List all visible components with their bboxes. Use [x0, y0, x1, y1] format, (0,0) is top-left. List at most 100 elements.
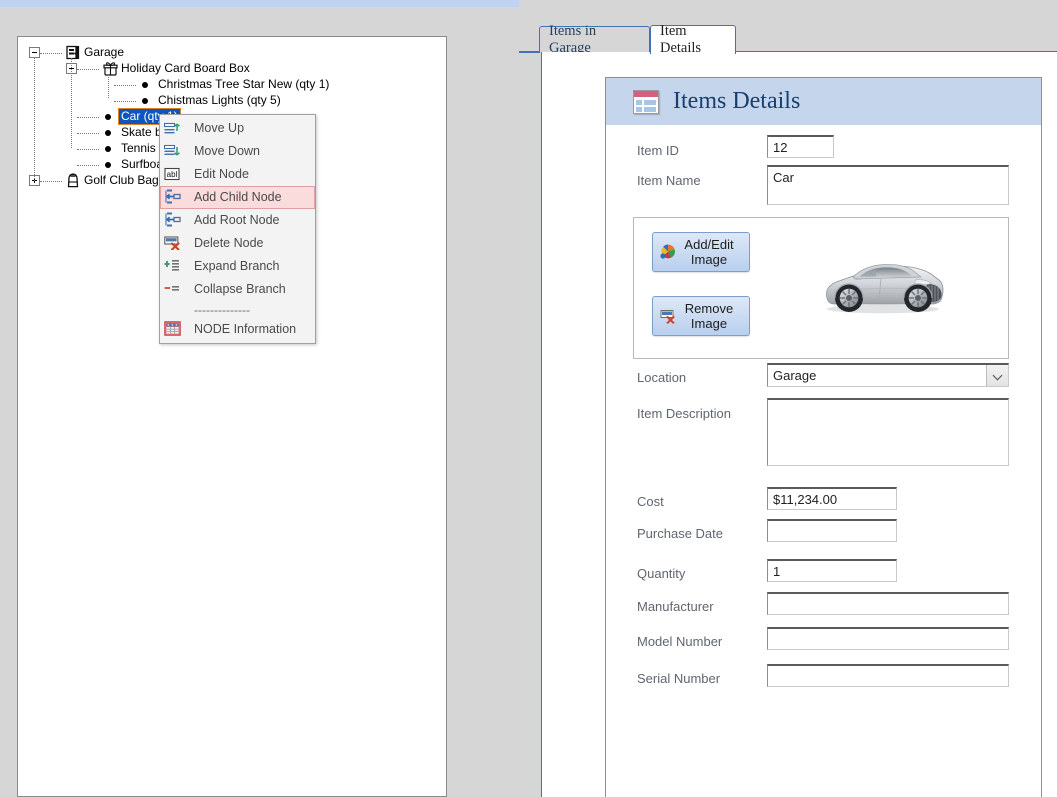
tree-connector [40, 181, 62, 183]
tree-bullet-icon [142, 82, 148, 88]
collapse-branch-icon [164, 281, 187, 299]
context-menu-item-delete-node[interactable]: Delete Node [160, 232, 315, 255]
context-menu-item-add-root-node[interactable]: Add Root Node [160, 209, 315, 232]
tab-item-details[interactable]: Item Details [650, 25, 736, 54]
context-menu-item-label: Collapse Branch [194, 278, 286, 301]
items-details-card: Items Details Item ID 12 Item Name Car [605, 77, 1042, 797]
tree-spine [71, 58, 73, 148]
add-edit-image-label-line1: Add/Edit [684, 237, 733, 252]
item-details-panel: Items Details Item ID 12 Item Name Car [541, 52, 1057, 797]
input-item-id[interactable]: 12 [767, 135, 834, 158]
tree-node-label: Holiday Card Board Box [119, 61, 252, 76]
tree-bullet-icon [105, 162, 111, 168]
context-menu-separator: -------------- [160, 301, 315, 318]
chevron-down-icon[interactable] [986, 365, 1008, 386]
label-purchase-date: Purchase Date [637, 526, 723, 541]
label-item-id: Item ID [637, 143, 679, 158]
tree-connector [114, 85, 136, 87]
svg-text:abl: abl [167, 170, 178, 179]
context-menu-item-add-child-node[interactable]: Add Child Node [160, 186, 315, 209]
tree-expander-garage[interactable] [29, 47, 40, 58]
context-menu-item-label: Delete Node [194, 232, 264, 255]
context-menu-item-label: NODE Information [194, 318, 296, 341]
input-manufacturer[interactable] [767, 592, 1009, 615]
items-details-header: Items Details [606, 78, 1041, 125]
golf-bag-icon [65, 173, 81, 191]
delete-node-icon [164, 235, 187, 253]
context-menu-item-collapse-branch[interactable]: Collapse Branch [160, 278, 315, 301]
tree-node-lights[interactable]: Chistmas Lights (qty 5) [156, 93, 283, 109]
node-information-icon [164, 321, 187, 339]
input-purchase-date[interactable] [767, 519, 897, 542]
context-menu-item-move-down[interactable]: Move Down [160, 140, 315, 163]
tree-node-holiday-box[interactable]: Holiday Card Board Box [119, 61, 252, 77]
context-menu-item-node-information[interactable]: NODE Information [160, 318, 315, 341]
tree-bullet-icon [105, 114, 111, 120]
tab-strip: Items in Garage Item Details [519, 0, 1057, 53]
tree-spine [108, 74, 110, 98]
tree-node-label: Golf Club Bag [82, 173, 161, 188]
box-icon [102, 61, 119, 79]
move-down-icon [164, 143, 187, 161]
pie-chart-color-icon [659, 244, 676, 261]
move-up-icon [164, 120, 187, 138]
input-quantity[interactable]: 1 [767, 559, 897, 582]
context-menu-item-label: Move Down [194, 140, 260, 163]
tree-context-menu[interactable]: Move Up Move Down abl Edit Node [159, 114, 316, 344]
tab-item-details-label: Item Details [660, 23, 726, 57]
items-details-title: Items Details [673, 88, 800, 115]
tree-spine [34, 58, 36, 181]
edit-abl-icon: abl [164, 166, 187, 184]
tree-node-label: Chistmas Lights (qty 5) [156, 93, 283, 108]
add-root-node-icon [164, 212, 187, 230]
remove-image-icon [659, 308, 676, 325]
tree-node-tree-star[interactable]: Christmas Tree Star New (qty 1) [156, 77, 331, 93]
input-cost[interactable]: $11,234.00 [767, 487, 897, 510]
context-menu-item-label: Add Root Node [194, 209, 279, 232]
tree-connector [40, 53, 62, 55]
input-item-description[interactable] [767, 398, 1009, 466]
select-location[interactable]: Garage [767, 363, 1009, 387]
context-menu-item-label: Add Child Node [194, 186, 282, 209]
label-manufacturer: Manufacturer [637, 599, 714, 614]
add-edit-image-button[interactable]: Add/Edit Image [652, 232, 750, 272]
remove-image-label-line1: Remove [685, 301, 733, 316]
expand-branch-icon [164, 258, 187, 276]
select-location-value: Garage [773, 368, 816, 383]
application-window: Garage Holiday Card Board Box Christmas … [0, 0, 1057, 797]
label-model-number: Model Number [637, 634, 722, 649]
details-form-icon [633, 90, 659, 114]
garage-door-icon [65, 45, 81, 63]
label-item-name: Item Name [637, 173, 701, 188]
tree-node-label: Garage [82, 45, 126, 60]
context-menu-item-label: Edit Node [194, 163, 249, 186]
input-item-name[interactable]: Car [767, 165, 1009, 205]
tree-bullet-icon [142, 98, 148, 104]
context-menu-item-move-up[interactable]: Move Up [160, 117, 315, 140]
remove-image-label-line2: Image [691, 316, 727, 331]
input-model-number[interactable] [767, 627, 1009, 650]
label-item-description: Item Description [637, 406, 731, 421]
tree-node-golf-club-bag[interactable]: Golf Club Bag [82, 173, 161, 189]
add-child-node-icon [164, 189, 187, 207]
context-menu-item-expand-branch[interactable]: Expand Branch [160, 255, 315, 278]
label-cost: Cost [637, 494, 664, 509]
item-image-panel: Add/Edit Image Remove Image [633, 217, 1009, 359]
input-serial-number[interactable] [767, 664, 1009, 687]
tree-connector [77, 117, 99, 119]
tree-connector [77, 69, 99, 71]
context-menu-separator-label: -------------- [194, 303, 250, 317]
context-menu-item-label: Expand Branch [194, 255, 279, 278]
tree-node-label: Christmas Tree Star New (qty 1) [156, 77, 331, 92]
tree-bullet-icon [105, 130, 111, 136]
tree-connector [77, 149, 99, 151]
remove-image-button[interactable]: Remove Image [652, 296, 750, 336]
context-menu-item-label: Move Up [194, 117, 244, 140]
tree-connector [77, 165, 99, 167]
tab-items-in-garage[interactable]: Items in Garage [539, 26, 650, 53]
context-menu-item-edit-node[interactable]: abl Edit Node [160, 163, 315, 186]
label-quantity: Quantity [637, 566, 685, 581]
label-location: Location [637, 370, 686, 385]
tree-node-garage[interactable]: Garage [82, 45, 126, 61]
tree-bullet-icon [105, 146, 111, 152]
